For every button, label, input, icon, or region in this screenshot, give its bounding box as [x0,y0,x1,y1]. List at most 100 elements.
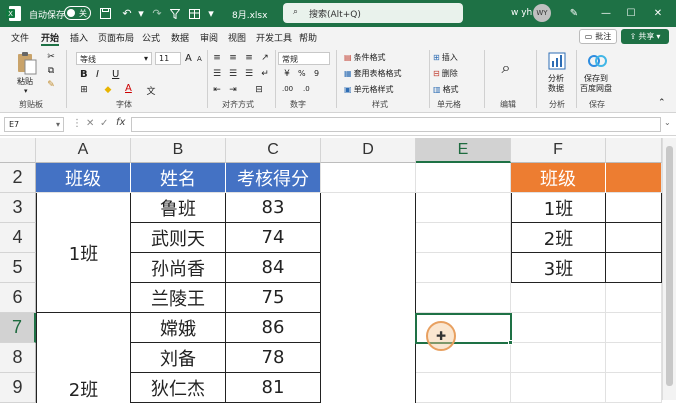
cell-styles-button[interactable]: ▣ 单元格样式 [344,84,394,95]
cell-score[interactable]: 78 [226,343,321,373]
copy-icon[interactable]: ⧉ [45,65,57,77]
cell-score[interactable]: 74 [226,223,321,253]
collapse-ribbon-icon[interactable]: ⌃ [658,98,666,108]
header-cell-g[interactable] [606,163,662,193]
cell-f-class[interactable]: 1班 [511,193,606,223]
fill-color-icon[interactable]: ◆ [102,84,114,96]
pen-icon[interactable]: ✎ [566,5,582,21]
cell-f8[interactable] [511,343,606,373]
row-header-5[interactable]: 5 [0,253,36,283]
header-cell-score[interactable]: 考核得分 [226,163,321,193]
search-box[interactable]: ⌕ 搜索(Alt+Q) [283,3,463,23]
row-header-3[interactable]: 3 [0,193,36,223]
cell-e3[interactable] [416,193,511,223]
cut-icon[interactable]: ✂ [45,51,57,63]
column-header-d[interactable]: D [321,138,416,163]
font-color-button[interactable]: A [125,83,132,94]
vertical-scrollbar[interactable] [662,138,676,400]
column-header-g[interactable] [606,138,662,163]
spreadsheet-grid[interactable]: A B C D E F 2 3 4 5 6 7 8 9 班级 姓名 考核得分 班… [0,138,676,403]
insert-cells-button[interactable]: ⊞ 插入 [433,52,458,63]
bold-button[interactable]: B [80,69,88,80]
column-header-f[interactable]: F [511,138,606,163]
grow-font-button[interactable]: A [185,53,192,64]
increase-indent-icon[interactable]: ⇥ [227,84,239,96]
cell-name[interactable]: 狄仁杰 [131,373,226,403]
cell-f-class[interactable]: 2班 [511,223,606,253]
cell-score[interactable]: 75 [226,283,321,313]
insert-function-button[interactable]: fx [116,117,125,128]
baidu-label[interactable]: 百度网盘 [580,83,612,94]
wrap-text-icon[interactable]: ↵ [259,68,271,80]
column-header-c[interactable]: C [226,138,321,163]
paste-label[interactable]: 粘贴 [17,76,33,87]
cell-e5[interactable] [416,253,511,283]
border-icon[interactable]: ⊞ [78,84,90,96]
row-header-6[interactable]: 6 [0,283,36,313]
font-name-select[interactable]: 等线 ▾ [76,52,152,65]
tab-review[interactable]: 审阅 [200,31,218,44]
cell-name[interactable]: 嫦娥 [131,313,226,343]
paste-icon[interactable] [14,50,40,76]
orientation-icon[interactable]: ↗ [259,52,271,64]
avatar[interactable]: WY [533,4,551,22]
header-cell-f-class[interactable]: 班级 [511,163,606,193]
table-icon[interactable] [186,6,202,21]
format-as-table-button[interactable]: ▦ 套用表格格式 [344,68,402,79]
percent-button[interactable]: % [298,69,306,78]
cell-e8[interactable] [416,343,511,373]
fill-handle[interactable] [508,340,513,345]
align-bottom-icon[interactable]: ≡ [243,52,255,64]
cell-g3[interactable] [606,193,662,223]
cell-name[interactable]: 鲁班 [131,193,226,223]
cell-d-block[interactable] [321,193,416,403]
italic-button[interactable]: I [96,69,99,80]
cell-f9[interactable] [511,373,606,403]
paste-dropdown-icon[interactable]: ▾ [24,87,28,95]
increase-decimal-button[interactable]: .00 [282,85,293,93]
tab-help[interactable]: 帮助 [299,31,317,44]
decrease-decimal-button[interactable]: .0 [303,85,310,93]
name-box[interactable]: E7 ▾ [4,117,64,132]
cell-g8[interactable] [606,343,662,373]
currency-icon[interactable]: ¥ [281,68,293,80]
cell-f-class[interactable]: 3班 [511,253,606,283]
column-header-a[interactable]: A [36,138,131,163]
tab-page-layout[interactable]: 页面布局 [98,31,134,44]
shrink-font-button[interactable]: A [197,55,202,63]
comma-button[interactable]: 9 [314,69,319,78]
cell-g7[interactable] [606,313,662,343]
header-cell-class[interactable]: 班级 [36,163,131,193]
column-header-b[interactable]: B [131,138,226,163]
minimize-button[interactable]: — [598,5,614,21]
cell-name[interactable]: 兰陵王 [131,283,226,313]
format-painter-icon[interactable]: ✎ [45,79,57,91]
cell-score[interactable]: 83 [226,193,321,223]
save-icon[interactable] [97,6,113,21]
tab-developer[interactable]: 开发工具 [256,31,292,44]
row-header-4[interactable]: 4 [0,223,36,253]
select-all-corner[interactable] [0,138,36,163]
tab-file[interactable]: 文件 [11,31,29,44]
column-header-e[interactable]: E [416,138,511,163]
cell-g9[interactable] [606,373,662,403]
cell-name[interactable]: 刘备 [131,343,226,373]
align-left-icon[interactable]: ☰ [211,68,223,80]
cell-score[interactable]: 81 [226,373,321,403]
scrollbar-thumb[interactable] [666,146,673,386]
cell-g4[interactable] [606,223,662,253]
analyze-data-label[interactable]: 数据 [548,83,564,94]
cell-d2[interactable] [321,163,416,193]
number-format-select[interactable]: 常规 [278,52,330,65]
enter-icon[interactable]: ✓ [100,118,108,129]
row-header-2[interactable]: 2 [0,163,36,193]
share-button[interactable]: ⇪ 共享 ▾ [621,29,669,44]
row-header-9[interactable]: 9 [0,373,36,403]
tab-view[interactable]: 视图 [228,31,246,44]
comment-button[interactable]: ▭ 批注 [579,29,617,44]
filter-icon[interactable] [167,6,183,21]
cell-e6[interactable] [416,283,511,313]
cell-e9[interactable] [416,373,511,403]
underline-button[interactable]: U [112,69,119,80]
cell-g5[interactable] [606,253,662,283]
